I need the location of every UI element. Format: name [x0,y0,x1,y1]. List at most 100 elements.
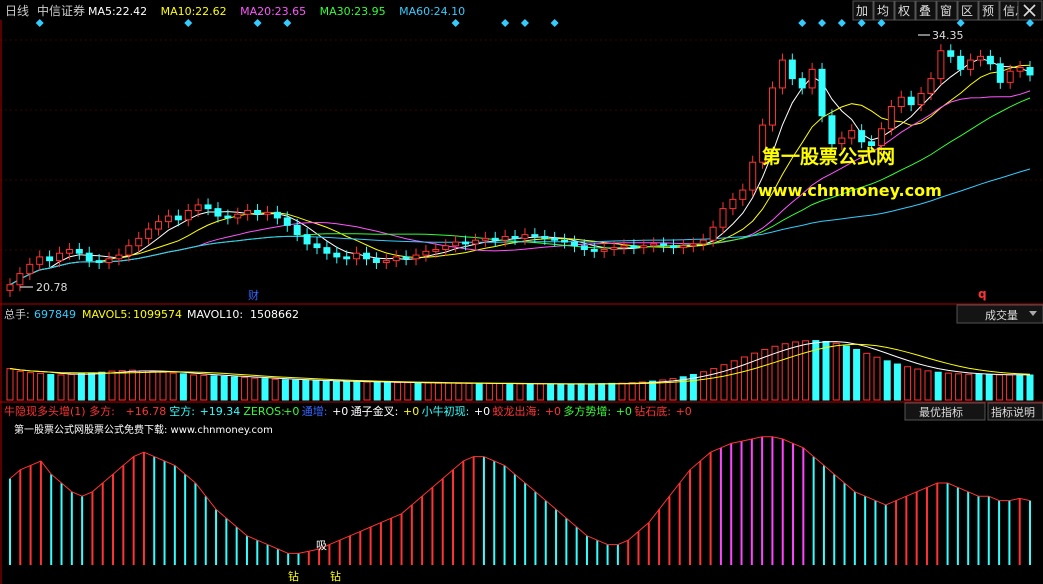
toolbar-button-overlay[interactable]: 叠 [915,0,937,21]
candle-body[interactable] [224,215,232,219]
candle-body[interactable] [877,128,885,146]
candle-body[interactable] [590,248,598,252]
candle-body[interactable] [769,87,777,126]
candle-body[interactable] [600,248,608,252]
candle-body[interactable] [541,235,549,239]
candle-body[interactable] [273,211,281,219]
candle-body[interactable] [343,256,351,260]
candle-body[interactable] [858,130,866,143]
candle-body[interactable] [1006,70,1014,83]
candle-body[interactable] [561,239,569,243]
candle-body[interactable] [422,250,430,256]
candle-body[interactable] [392,256,400,262]
candle-body[interactable] [967,59,975,70]
candle-body[interactable] [234,213,242,219]
candle-body[interactable] [868,141,876,146]
candle-body[interactable] [481,237,489,241]
toolbar-button-average[interactable]: 均 [873,0,895,21]
candle-body[interactable] [897,96,905,107]
candle-body[interactable] [709,226,717,241]
candle-body[interactable] [353,252,361,260]
candle-body[interactable] [26,263,34,275]
candle-body[interactable] [402,256,410,260]
finance-marker[interactable]: 财 [248,288,259,302]
candle-body[interactable] [739,189,747,200]
toolbar-button-plus[interactable]: 加 [852,0,874,21]
candle-body[interactable] [551,237,559,241]
candle-body[interactable] [303,234,311,245]
candle-body[interactable] [313,243,321,249]
candle-body[interactable] [828,115,836,145]
close-button[interactable] [1017,0,1043,21]
candle-body[interactable] [887,105,895,130]
candle-body[interactable] [531,234,539,237]
candle-body[interactable] [798,78,806,89]
stock-name[interactable]: 中信证券 [37,3,85,18]
candle-body[interactable] [749,161,757,191]
candle-body[interactable] [610,247,618,250]
candle-body[interactable] [669,245,677,249]
candle-body[interactable] [848,130,856,139]
candle-body[interactable] [244,209,252,215]
candle-body[interactable] [1016,66,1024,72]
toolbar-button-rights[interactable]: 权 [894,0,916,21]
candle-body[interactable] [105,258,113,263]
candle-body[interactable] [957,55,965,70]
candle-body[interactable] [660,243,668,247]
candle-body[interactable] [115,254,123,260]
candle-body[interactable] [699,239,707,245]
candle-body[interactable] [689,243,697,247]
candle-body[interactable] [808,68,816,89]
candle-body[interactable] [471,239,479,245]
candle-body[interactable] [283,217,291,226]
candle-body[interactable] [917,92,925,106]
optimal-indicator-button[interactable]: 最优指标 [904,402,986,421]
candle-body[interactable] [650,243,658,247]
candle-body[interactable] [135,237,143,247]
candle-body[interactable] [164,215,172,223]
candle-body[interactable] [36,256,44,265]
candle-body[interactable] [462,241,470,245]
candle-body[interactable] [729,198,737,210]
candle-body[interactable] [155,221,163,230]
candle-body[interactable] [838,137,846,145]
candle-body[interactable] [382,260,390,263]
candle-body[interactable] [788,59,796,80]
candle-body[interactable] [580,245,588,250]
candle-body[interactable] [194,204,202,211]
candle-body[interactable] [679,245,687,249]
candle-body[interactable] [491,237,499,241]
candle-body[interactable] [95,260,103,263]
candle-body[interactable] [363,252,371,260]
candle-body[interactable] [323,247,331,254]
candle-body[interactable] [75,248,83,254]
toolbar-button-forecast[interactable]: 预 [978,0,1000,21]
candle-body[interactable] [263,211,271,215]
candle-body[interactable] [1026,66,1034,76]
candle-body[interactable] [174,215,182,221]
toolbar-button-range[interactable]: 区 [957,0,979,21]
candle-body[interactable] [620,245,628,249]
candle-body[interactable] [947,50,955,57]
candle-body[interactable] [927,78,935,94]
candle-body[interactable] [778,59,786,89]
candle-body[interactable] [907,96,915,106]
candle-body[interactable] [818,68,826,117]
candle-body[interactable] [372,258,380,263]
candle-body[interactable] [570,241,578,247]
candle-body[interactable] [996,63,1004,83]
volume-indicator-dropdown[interactable]: 成交量 [956,304,1043,324]
candle-body[interactable] [16,273,24,286]
candle-body[interactable] [432,248,440,252]
candle-body[interactable] [442,245,450,250]
q-marker[interactable]: q [978,287,987,301]
period-label[interactable]: 日线 [5,4,29,18]
candle-body[interactable] [630,245,638,249]
candle-body[interactable] [333,252,341,258]
candle-body[interactable] [293,224,301,236]
candle-body[interactable] [6,284,14,291]
candle-body[interactable] [640,245,648,249]
candle-body[interactable] [521,234,529,239]
candle-body[interactable] [511,235,519,239]
candle-body[interactable] [125,245,133,256]
